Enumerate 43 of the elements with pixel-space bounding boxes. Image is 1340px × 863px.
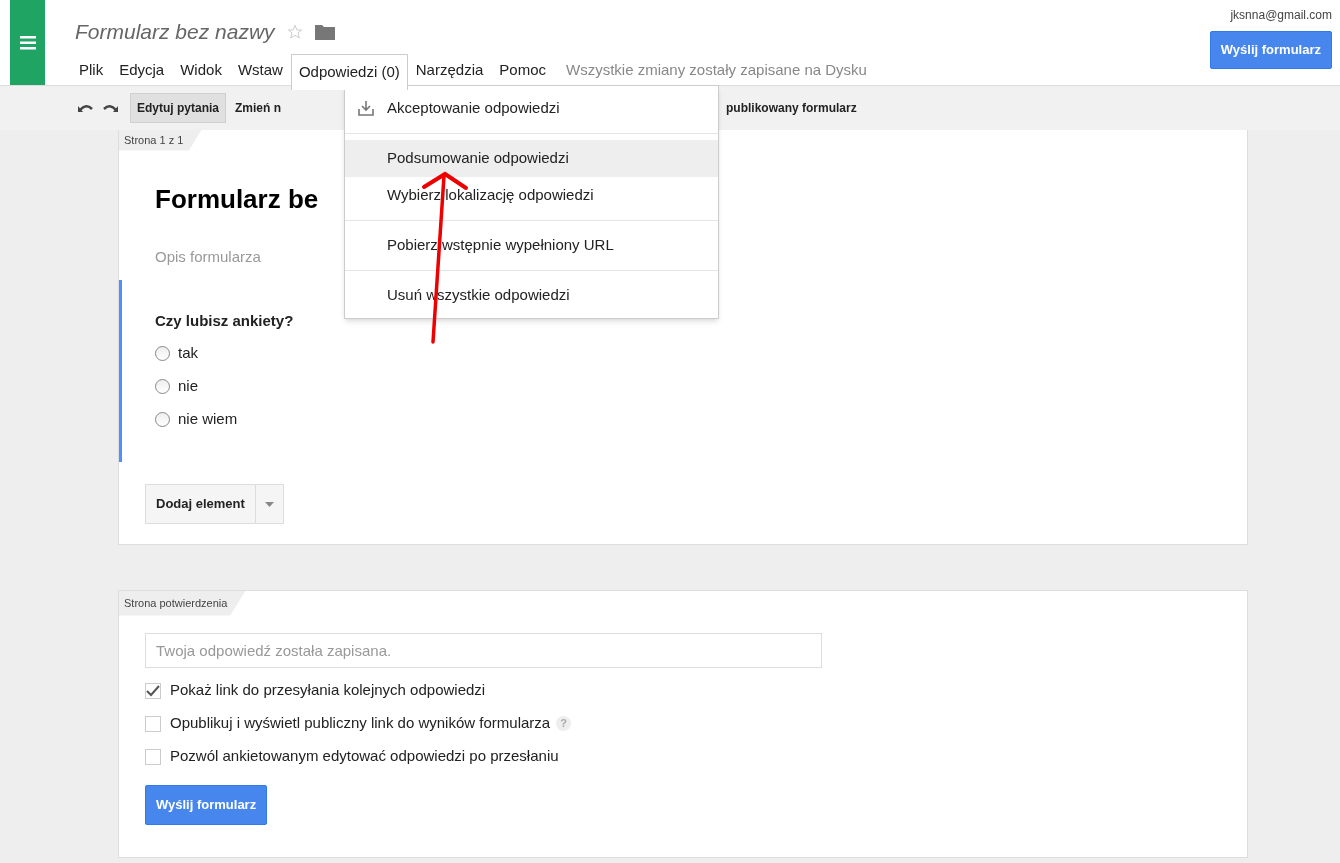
menu-item[interactable]: Edycja <box>111 53 173 88</box>
checkbox[interactable] <box>145 682 161 699</box>
menu-item[interactable]: Pomoc <box>491 53 554 88</box>
form-title[interactable]: Formularz be <box>155 180 319 219</box>
checkbox[interactable] <box>145 748 161 765</box>
radio-button[interactable] <box>155 345 170 361</box>
document-title[interactable]: Formularz bez nazwy <box>75 16 275 48</box>
menu-item[interactable]: Wstaw <box>229 53 291 88</box>
toolbar-link[interactable]: publikowany formularz <box>726 99 857 117</box>
option-label: tak <box>178 342 198 363</box>
menu-option[interactable]: Wybierz lokalizację odpowiedzi <box>345 177 718 214</box>
checkbox-label: Pozwól ankietowanym edytować odpowiedzi po przesłaniu <box>170 746 559 767</box>
undo-icon[interactable] <box>78 103 94 113</box>
radio-button[interactable] <box>155 378 170 394</box>
menu-item[interactable]: Narzędzia <box>407 53 492 88</box>
send-form-button[interactable]: Wyślij formularz <box>145 785 268 825</box>
menu-option[interactable]: Akceptowanie odpowiedzi <box>345 90 718 127</box>
question-title[interactable]: Czy lubisz ankiety? <box>155 310 294 333</box>
account-email[interactable]: jksnna@gmail.com <box>1230 6 1332 24</box>
toolbar-tab[interactable]: Zmień n <box>228 93 289 123</box>
checkbox-label: Opublikuj i wyświetl publiczny link do wyników formularza <box>170 713 551 734</box>
save-status: Wszystkie zmiany zostały zapisane na Dysku <box>566 60 867 81</box>
option-label: nie wiem <box>178 408 238 429</box>
checkbox[interactable] <box>145 715 161 732</box>
checkbox-label: Pokaż link do przesyłania kolejnych odpowiedzi <box>170 680 486 701</box>
toolbar-tab[interactable]: Edytuj pytania <box>130 93 226 123</box>
folder-icon[interactable] <box>314 23 335 40</box>
redo-icon[interactable] <box>102 103 118 113</box>
download-icon <box>358 101 374 116</box>
menu-item[interactable]: Widok <box>172 53 230 88</box>
send-form-button[interactable]: Wyślij formularz <box>1209 31 1332 69</box>
star-icon[interactable] <box>286 23 303 40</box>
confirmation-message-field[interactable]: Twoja odpowiedź została zapisana. <box>145 633 822 668</box>
menu-button[interactable] <box>10 0 45 85</box>
radio-button[interactable] <box>155 411 170 427</box>
caret-icon <box>264 501 274 507</box>
add-element-button[interactable]: Dodaj element <box>145 484 284 524</box>
menu-item[interactable]: Odpowiedzi (0) <box>290 53 408 90</box>
menu-option[interactable]: Podsumowanie odpowiedzi <box>345 140 718 177</box>
option-label: nie <box>178 375 199 396</box>
menu-icon <box>19 35 36 50</box>
menu-item[interactable]: Plik <box>71 53 112 88</box>
menu-option[interactable]: Pobierz wstępnie wypełniony URL <box>345 227 718 264</box>
